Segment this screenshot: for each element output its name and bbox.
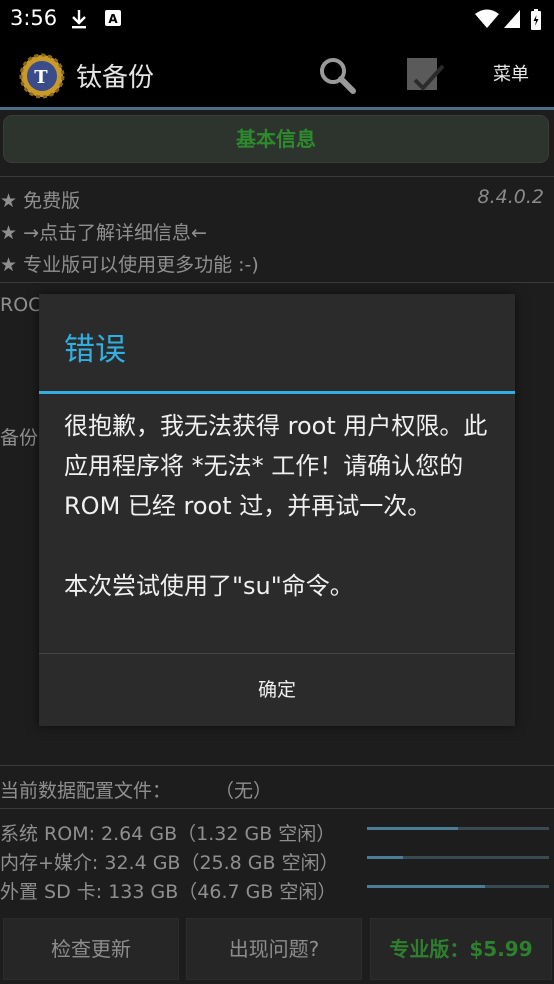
- basic-info-button[interactable]: 基本信息: [3, 115, 549, 163]
- backup-status-text: 备份: [0, 427, 39, 449]
- menu-button[interactable]: 菜单: [478, 60, 544, 88]
- storage-internal: 内存+媒介: 32.4 GB（25.8 GB 空闲）: [0, 852, 339, 874]
- info-line-free[interactable]: ★ 免费版: [0, 186, 80, 213]
- app-logo-icon[interactable]: T: [19, 53, 65, 99]
- svg-text:T: T: [34, 67, 48, 88]
- signal-icon: [504, 10, 520, 28]
- root-status-text: ROC: [0, 294, 42, 316]
- info-line-details[interactable]: ★ →点击了解详细信息←: [0, 218, 207, 245]
- a-notification-icon: A: [105, 10, 121, 26]
- batch-check-icon[interactable]: [405, 56, 445, 94]
- storage-internal-bar: [367, 856, 549, 859]
- check-update-button[interactable]: 检查更新: [3, 918, 179, 980]
- divider: [0, 176, 554, 177]
- version-label: 8.4.0.2: [477, 186, 544, 208]
- status-bar: 3:56 A: [0, 0, 554, 38]
- profile-value[interactable]: （无）: [215, 776, 272, 803]
- svg-text:A: A: [108, 12, 118, 26]
- divider: [0, 808, 554, 809]
- storage-rom-bar: [367, 827, 549, 830]
- app-title: 钛备份: [76, 63, 155, 93]
- profile-label: 当前数据配置文件：: [0, 780, 172, 802]
- storage-sd: 外置 SD 卡: 133 GB（46.7 GB 空闲）: [0, 881, 337, 903]
- status-time: 3:56: [10, 6, 58, 30]
- dialog-message: 很抱歉，我无法获得 root 用户权限。此应用程序将 *无法* 工作！请确认您的…: [64, 412, 488, 600]
- wifi-icon: [475, 9, 499, 28]
- search-icon[interactable]: [318, 56, 356, 94]
- battery-icon: [531, 9, 541, 30]
- storage-sd-bar-fill: [367, 885, 486, 888]
- ok-button[interactable]: 确定: [39, 654, 515, 726]
- dialog-title-divider: [39, 391, 515, 394]
- storage-rom: 系统 ROM: 2.64 GB（1.32 GB 空闲）: [0, 823, 336, 845]
- dialog-title: 错误: [64, 332, 126, 368]
- problem-button[interactable]: 出现问题?: [186, 918, 362, 980]
- error-dialog: 错误 很抱歉，我无法获得 root 用户权限。此应用程序将 *无法* 工作！请确…: [39, 294, 515, 726]
- pro-purchase-button[interactable]: 专业版：$5.99: [370, 918, 552, 980]
- download-icon: [72, 10, 86, 29]
- info-line-pro[interactable]: ★ 专业版可以使用更多功能 :-): [0, 250, 259, 277]
- storage-internal-bar-fill: [367, 856, 404, 859]
- storage-rom-bar-fill: [367, 827, 458, 830]
- divider: [0, 282, 554, 283]
- divider: [0, 765, 554, 766]
- storage-sd-bar: [367, 885, 549, 888]
